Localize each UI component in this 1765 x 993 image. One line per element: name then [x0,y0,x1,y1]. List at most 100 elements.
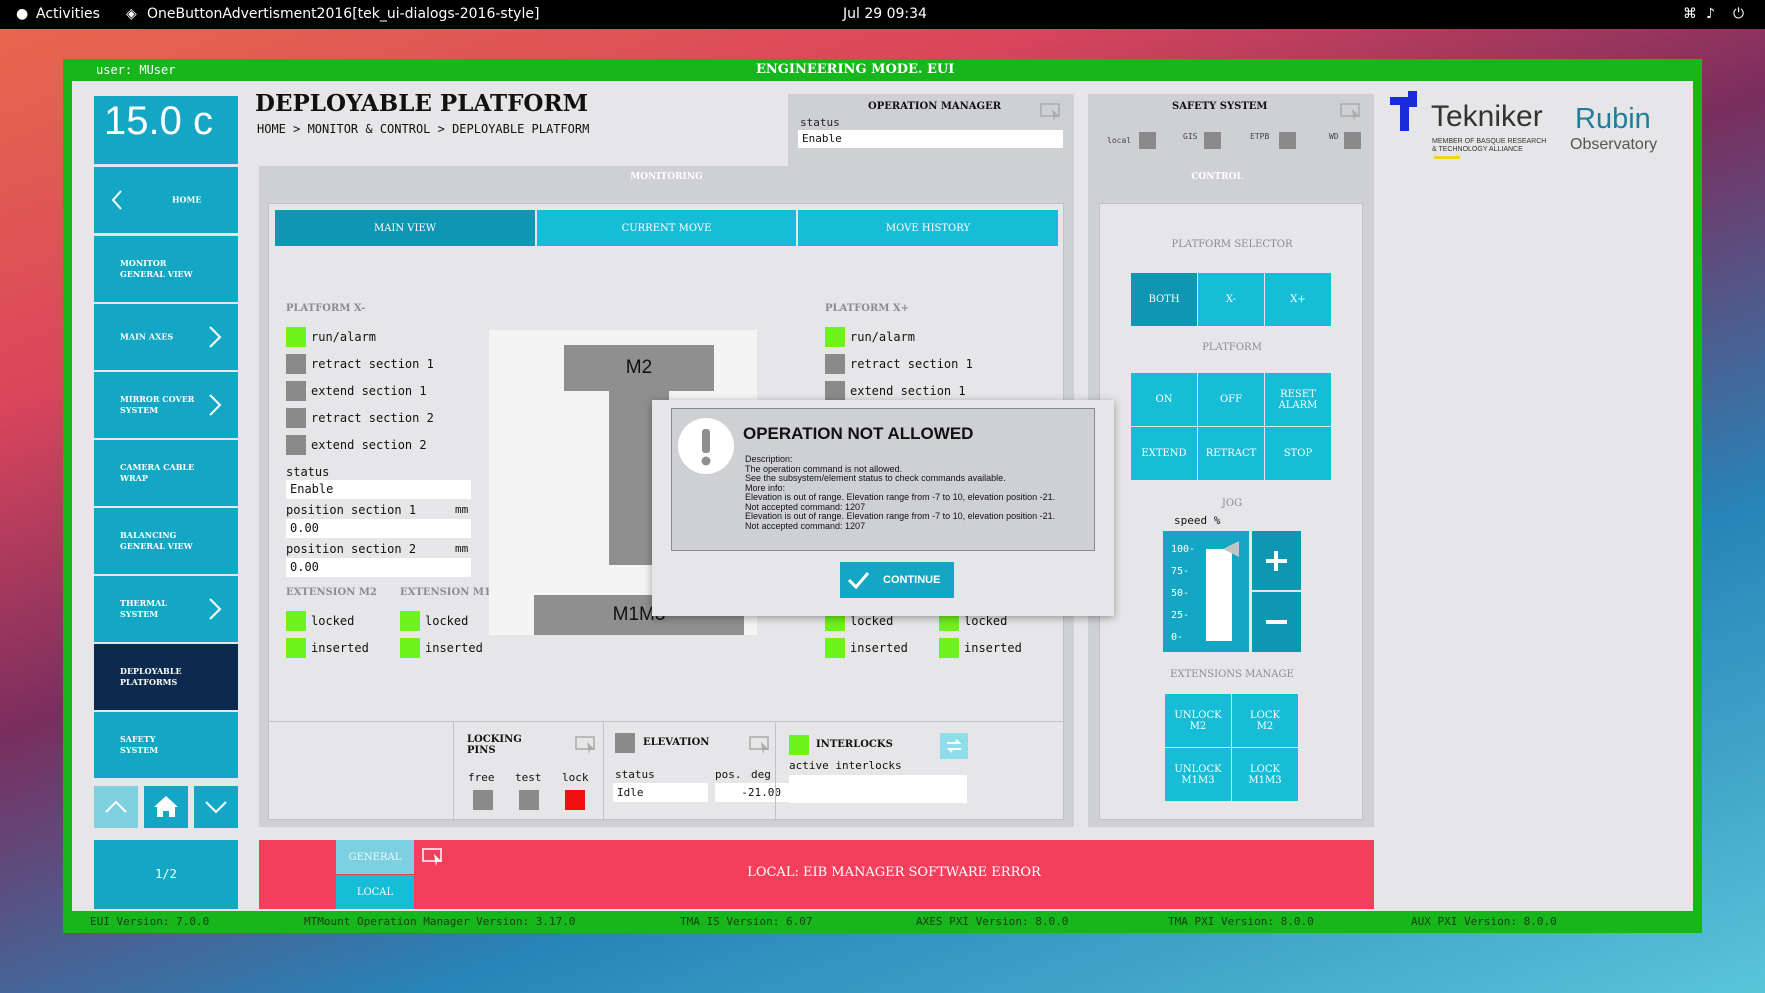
lock-m1m3-button[interactable]: LOCK M1M3 [1232,748,1298,801]
sidebar-item-home[interactable]: HOME [94,167,238,233]
cursor-icon[interactable] [575,736,597,754]
version-aux-pxi: AUX PXI Version: 8.0.0 [1411,915,1557,928]
right-m2-inserted-indicator [825,638,845,658]
volume-icon[interactable]: ♪ [1706,6,1715,22]
elevation-status-field: Idle [613,783,708,802]
sidebar-item-safety[interactable]: SAFETY SYSTEM [94,712,238,778]
safety-local-label: local [1107,136,1132,145]
xplus-extend1-indicator [825,381,845,401]
speed-thumb-icon[interactable] [1221,539,1241,559]
sidebar-item-balancing[interactable]: BALANCING GENERAL VIEW [94,508,238,574]
active-interlocks-label: active interlocks [789,759,902,772]
sidebar-item-camera-cable[interactable]: CAMERA CABLE WRAP [94,440,238,506]
speed-increase-button[interactable] [1252,531,1301,590]
select-both-button[interactable]: BOTH [1131,273,1197,326]
app-title[interactable]: OneButtonAdvertisment2016[tek_ui-dialogs… [147,6,539,22]
om-status-field: Enable [798,130,1063,148]
select-xplus-button[interactable]: X+ [1265,273,1331,326]
cursor-icon[interactable] [1040,103,1062,121]
tekniker-logo-text: Tekniker [1431,100,1543,133]
unlock-m1m3-button[interactable]: UNLOCK M1M3 [1165,748,1231,801]
right-m1m3-locked-label: locked [964,614,1008,628]
speed-label: speed % [1174,514,1221,527]
version-tma-pxi: TMA PXI Version: 8.0.0 [1168,915,1314,928]
elevation-pos-label: pos. [715,768,742,781]
rubin-logo-text: Rubin [1575,103,1651,135]
right-m1m3-inserted-label: inserted [964,641,1022,655]
activities-button[interactable]: Activities [36,6,100,22]
xminus-retract2-label: retract section 2 [311,411,434,425]
scroll-down-button[interactable] [194,786,238,828]
mode-label: ENGINEERING MODE. EUI [756,62,955,77]
sidebar-item-mirror-cover[interactable]: MIRROR COVER SYSTEM [94,372,238,438]
xminus-extend2-label: extend section 2 [311,438,427,452]
network-icon[interactable]: ⌘ [1683,6,1697,22]
chevron-right-icon [209,598,222,620]
platform-off-button[interactable]: OFF [1198,373,1264,426]
stop-button[interactable]: STOP [1265,427,1331,480]
sidebar-item-deployable-platforms[interactable]: DEPLOYABLE PLATFORMS [94,644,238,710]
control-panel: CONTROL PLATFORM SELECTOR BOTH X- X+ PLA… [1088,166,1374,827]
cursor-icon[interactable] [749,736,771,754]
sidebar-item-monitor[interactable]: MONITOR GENERAL VIEW [94,236,238,302]
warning-icon [678,418,734,474]
unlock-m2-button[interactable]: UNLOCK M2 [1165,694,1231,747]
version-eui: EUI Version: 7.0.0 [90,915,210,928]
retract-button[interactable]: RETRACT [1198,427,1264,480]
right-m2-inserted-label: inserted [850,641,908,655]
continue-button[interactable]: CONTINUE [840,562,954,598]
scroll-up-button[interactable] [94,786,138,828]
system-top-bar: ● Activities ◈ OneButtonAdvertisment2016… [0,0,1765,29]
version-axes-pxi: AXES PXI Version: 8.0.0 [916,915,1069,928]
speed-ticks: 100- 75- 50- 25- 0- [1171,544,1196,643]
left-m1m3-inserted-label: inserted [425,641,483,655]
lock-m2-button[interactable]: LOCK M2 [1232,694,1298,747]
extend-button[interactable]: EXTEND [1131,427,1197,480]
platform-on-button[interactable]: ON [1131,373,1197,426]
home-button[interactable] [144,786,188,828]
error-banner: GENERAL LOCAL LOCAL: EIB MANAGER SOFTWAR… [259,840,1374,909]
refresh-button[interactable] [940,733,968,759]
pin-test-indicator [519,790,539,810]
elevation-panel: ELEVATION status pos. deg Idle -21.00 [603,722,789,821]
tab-move-history[interactable]: MOVE HISTORY [798,210,1058,246]
sidebar-item-thermal[interactable]: THERMAL SYSTEM [94,576,238,642]
elevation-status-label: status [615,768,655,781]
xminus-retract2-indicator [286,408,306,428]
extensions-manage-title: EXTENSIONS MANAGE [1170,669,1294,680]
xminus-status-label: status [286,465,330,479]
xplus-run-alarm-indicator [825,327,845,347]
xminus-pos1-label: position section 1 [286,503,417,517]
speed-slider[interactable]: 100- 75- 50- 25- 0- [1163,531,1249,652]
left-m1m3-locked-label: locked [425,614,469,628]
clock[interactable]: Jul 29 09:34 [843,6,927,22]
reset-alarm-button[interactable]: RESET ALARM [1265,373,1331,426]
cursor-icon[interactable] [1340,103,1362,121]
select-xminus-button[interactable]: X- [1198,273,1264,326]
elevation-title: ELEVATION [643,737,710,748]
window-header: user: MUser ENGINEERING MODE. EUI [63,59,1702,81]
interlocks-title: INTERLOCKS [816,739,893,750]
speed-fill [1206,549,1232,641]
left-m2-locked-indicator [286,611,306,631]
minus-icon [1266,620,1287,624]
safety-gis-indicator [1204,132,1221,149]
xminus-status-field: Enable [286,480,471,499]
activities-icon[interactable]: ● [16,6,28,22]
tab-general[interactable]: GENERAL [336,840,414,874]
elevation-deg-label: deg [751,768,771,781]
tab-current-move[interactable]: CURRENT MOVE [537,210,796,246]
ext-m2-title-left: EXTENSION M2 [286,587,377,598]
xplus-retract1-label: retract section 1 [850,357,973,371]
monitoring-title: MONITORING [630,172,703,182]
rubin-logo-subtitle: Observatory [1570,136,1658,153]
tab-local[interactable]: LOCAL [336,875,414,909]
sidebar-item-main-axes[interactable]: MAIN AXES [94,304,238,370]
tab-main-view[interactable]: MAIN VIEW [275,210,535,246]
speed-decrease-button[interactable] [1252,592,1301,652]
platform-plus-title: PLATFORM X+ [825,303,910,314]
power-icon[interactable]: ⏻ [1733,6,1744,22]
pin-test-label: test [515,771,542,784]
user-label: user: MUser [96,63,176,77]
xminus-run-alarm-label: run/alarm [311,330,377,344]
